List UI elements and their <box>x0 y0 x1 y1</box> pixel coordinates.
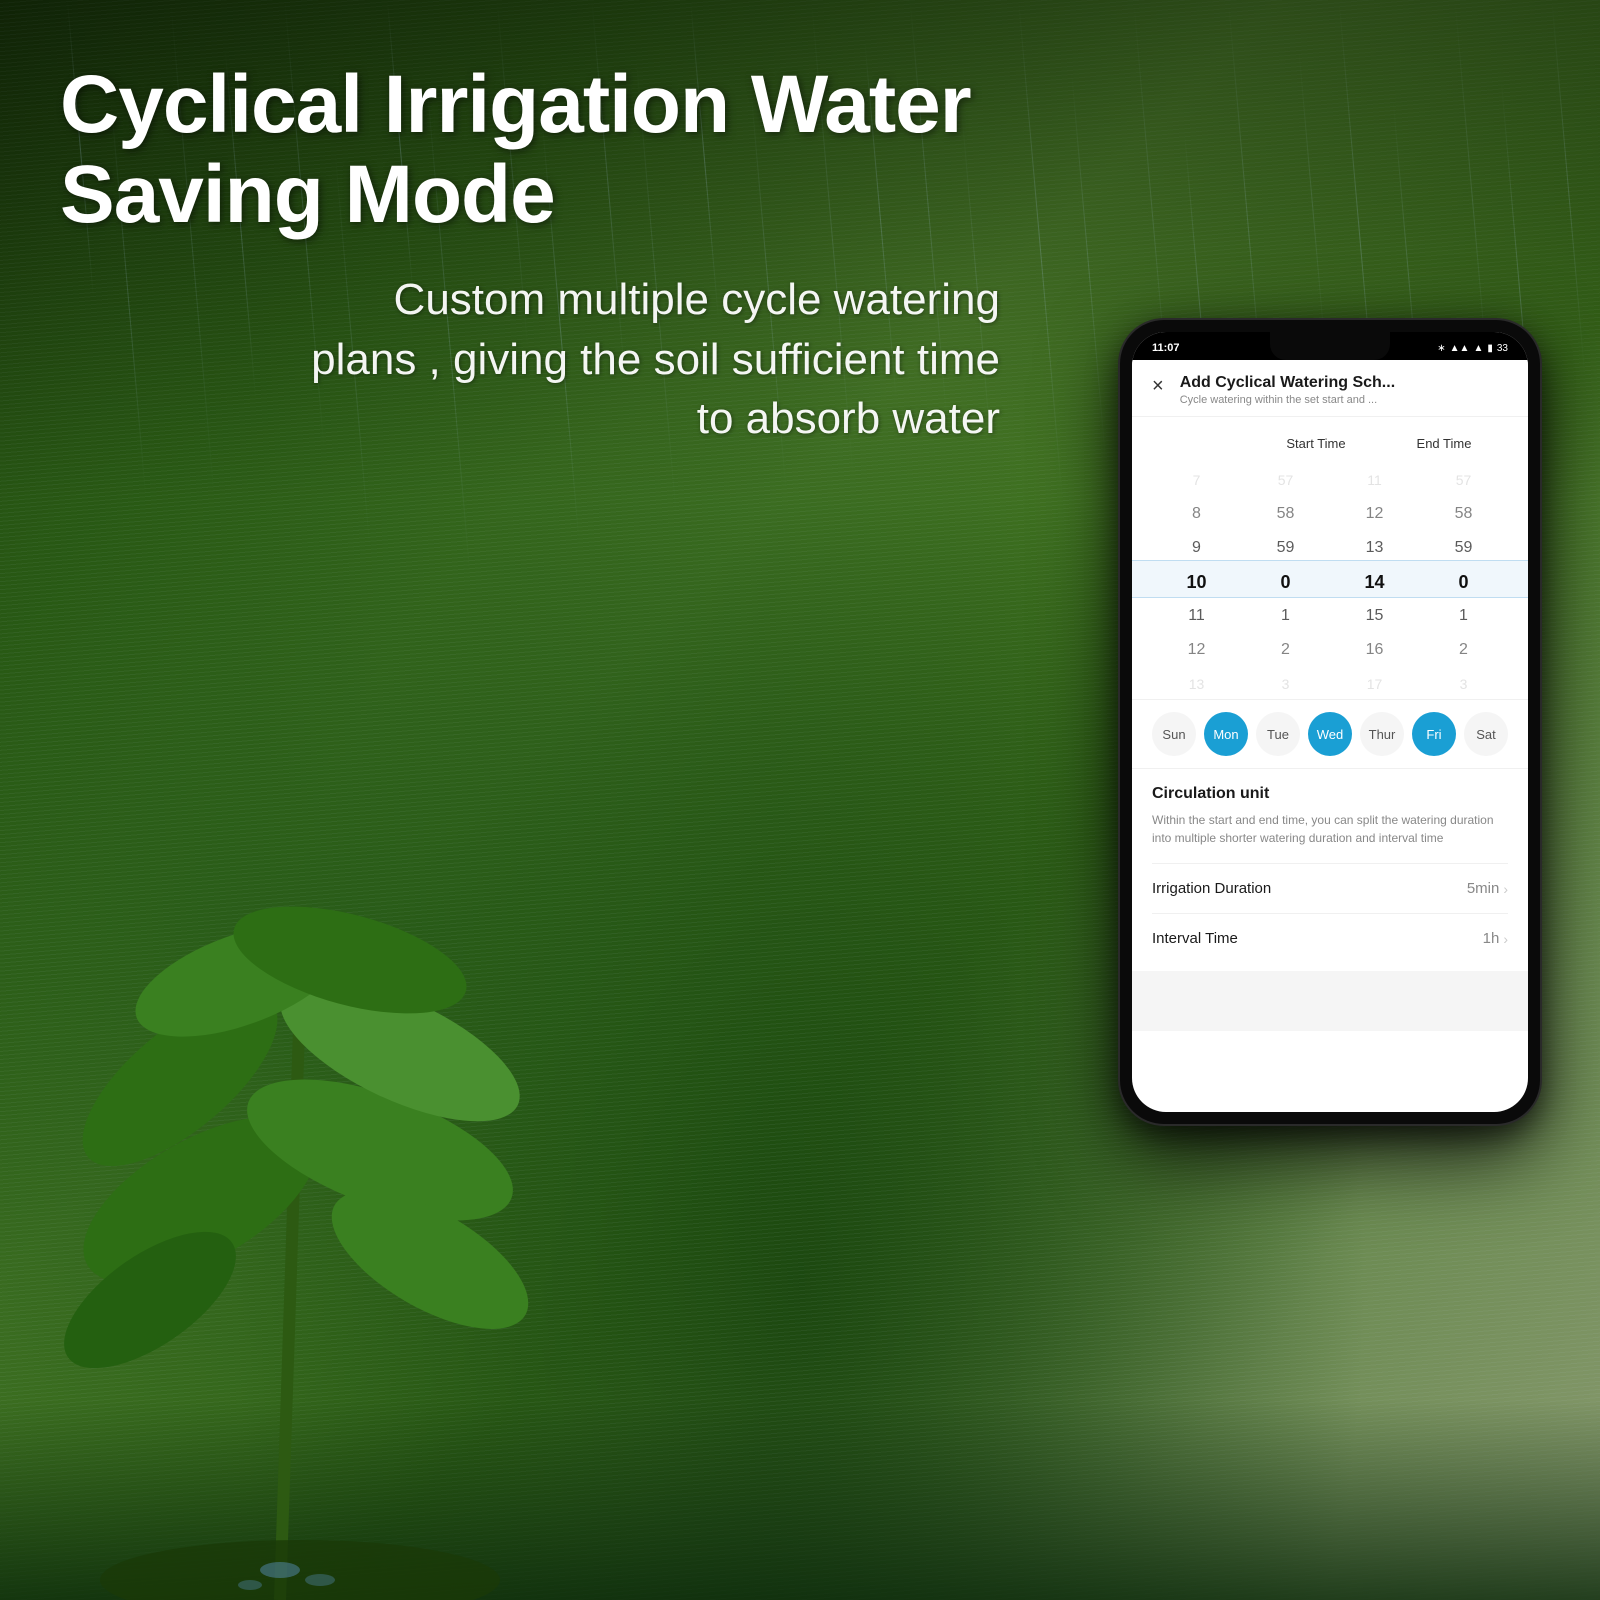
subtitle-line1: Custom multiple cycle watering <box>394 275 1000 324</box>
min-end: 58 <box>1439 505 1489 523</box>
interval-time-value: 1h › <box>1483 930 1508 947</box>
header-subtitle: Cycle watering within the set start and … <box>1180 394 1508 406</box>
min-end: 1 <box>1439 607 1489 625</box>
subtitle-line2: plans , giving the soil sufficient time <box>311 335 1000 384</box>
header-title: Add Cyclical Watering Sch... <box>1180 374 1508 392</box>
day-tue-button[interactable]: Tue <box>1256 712 1300 756</box>
min-start: 3 <box>1261 676 1311 692</box>
subtitle-line3: to absorb water <box>697 394 1000 443</box>
hour-start: 7 <box>1172 472 1222 488</box>
hour-end: 15 <box>1350 607 1400 625</box>
min-end: 57 <box>1439 472 1489 488</box>
min-start: 59 <box>1261 539 1311 557</box>
bottom-gray-area <box>1132 971 1528 1031</box>
hour-start-selected: 10 <box>1172 572 1222 593</box>
table-row: 12 2 16 2 <box>1132 633 1528 667</box>
status-icons: ∗ ▲▲ ▲ ▮ 33 <box>1437 343 1508 354</box>
min-start: 2 <box>1261 641 1311 659</box>
irrigation-duration-value: 5min › <box>1467 880 1508 897</box>
circulation-description: Within the start and end time, you can s… <box>1152 811 1508 847</box>
day-fri-button[interactable]: Fri <box>1412 712 1456 756</box>
hour-start: 11 <box>1172 607 1222 625</box>
day-thur-button[interactable]: Thur <box>1360 712 1404 756</box>
hour-end: 12 <box>1350 505 1400 523</box>
phone-frame: 11:07 8.7KB/s ∗ ▲▲ ▲ ▮ 33 × Add Cyclical… <box>1120 320 1540 1124</box>
table-row: 11 1 15 1 <box>1132 599 1528 633</box>
start-time-label: Start Time <box>1286 436 1345 451</box>
table-row: 13 3 17 3 <box>1132 667 1528 699</box>
time-picker-scroll[interactable]: 7 57 11 57 8 58 12 58 9 59 <box>1132 459 1528 699</box>
min-start: 57 <box>1261 472 1311 488</box>
table-row: 7 57 11 57 <box>1132 463 1528 497</box>
hour-start: 8 <box>1172 505 1222 523</box>
hour-start: 13 <box>1172 676 1222 692</box>
phone-notch <box>1270 332 1390 360</box>
table-row: 8 58 12 58 <box>1132 497 1528 531</box>
circulation-title: Circulation unit <box>1152 785 1508 803</box>
status-time: 11:07 <box>1152 342 1180 354</box>
hour-end: 13 <box>1350 539 1400 557</box>
min-end: 2 <box>1439 641 1489 659</box>
hero-subtitle: Custom multiple cycle watering plans , g… <box>60 270 1040 448</box>
interval-time-label: Interval Time <box>1152 930 1238 947</box>
close-button[interactable]: × <box>1152 376 1164 396</box>
day-mon-button[interactable]: Mon <box>1204 712 1248 756</box>
day-selector: Sun Mon Tue Wed Thur Fri Sat <box>1132 699 1528 769</box>
bottom-splash-overlay <box>0 1400 1600 1600</box>
battery-icon: ▮ <box>1487 343 1493 354</box>
bluetooth-icon: ∗ <box>1437 343 1445 354</box>
min-end: 59 <box>1439 539 1489 557</box>
main-title: Cyclical Irrigation Water Saving Mode <box>60 60 1040 240</box>
hour-start: 12 <box>1172 641 1222 659</box>
wifi-icon: ▲ <box>1473 343 1483 354</box>
header-text: Add Cyclical Watering Sch... Cycle water… <box>1180 374 1508 406</box>
hero-text-area: Cyclical Irrigation Water Saving Mode Cu… <box>60 60 1040 449</box>
time-picker-section: Start Time End Time 7 57 11 57 <box>1132 417 1528 699</box>
min-end: 3 <box>1439 676 1489 692</box>
day-wed-button[interactable]: Wed <box>1308 712 1352 756</box>
interval-time-row[interactable]: Interval Time 1h › <box>1152 913 1508 963</box>
app-header: × Add Cyclical Watering Sch... Cycle wat… <box>1132 360 1528 417</box>
hour-end: 16 <box>1350 641 1400 659</box>
irrigation-duration-label: Irrigation Duration <box>1152 880 1271 897</box>
interval-time-val: 1h <box>1483 930 1500 947</box>
day-sun-button[interactable]: Sun <box>1152 712 1196 756</box>
end-time-label: End Time <box>1417 436 1472 451</box>
min-start-selected: 0 <box>1261 572 1311 593</box>
irrigation-duration-row[interactable]: Irrigation Duration 5min › <box>1152 863 1508 913</box>
signal-icon: ▲▲ <box>1450 343 1470 354</box>
table-row: 10 0 14 0 <box>1132 565 1528 599</box>
hour-start: 9 <box>1172 539 1222 557</box>
hour-end: 11 <box>1350 472 1400 488</box>
chevron-right-icon: › <box>1503 881 1508 897</box>
time-picker-labels: Start Time End Time <box>1132 427 1528 459</box>
hour-end: 17 <box>1350 676 1400 692</box>
chevron-right-icon: › <box>1503 931 1508 947</box>
min-end-selected: 0 <box>1439 572 1489 593</box>
irrigation-duration-val: 5min <box>1467 880 1500 897</box>
phone-mockup: 11:07 8.7KB/s ∗ ▲▲ ▲ ▮ 33 × Add Cyclical… <box>1120 320 1540 1124</box>
phone-screen: 11:07 8.7KB/s ∗ ▲▲ ▲ ▮ 33 × Add Cyclical… <box>1132 332 1528 1112</box>
battery-level: 33 <box>1497 343 1508 354</box>
min-start: 1 <box>1261 607 1311 625</box>
hour-end-selected: 14 <box>1350 572 1400 593</box>
day-sat-button[interactable]: Sat <box>1464 712 1508 756</box>
min-start: 58 <box>1261 505 1311 523</box>
circulation-section: Circulation unit Within the start and en… <box>1132 769 1528 963</box>
